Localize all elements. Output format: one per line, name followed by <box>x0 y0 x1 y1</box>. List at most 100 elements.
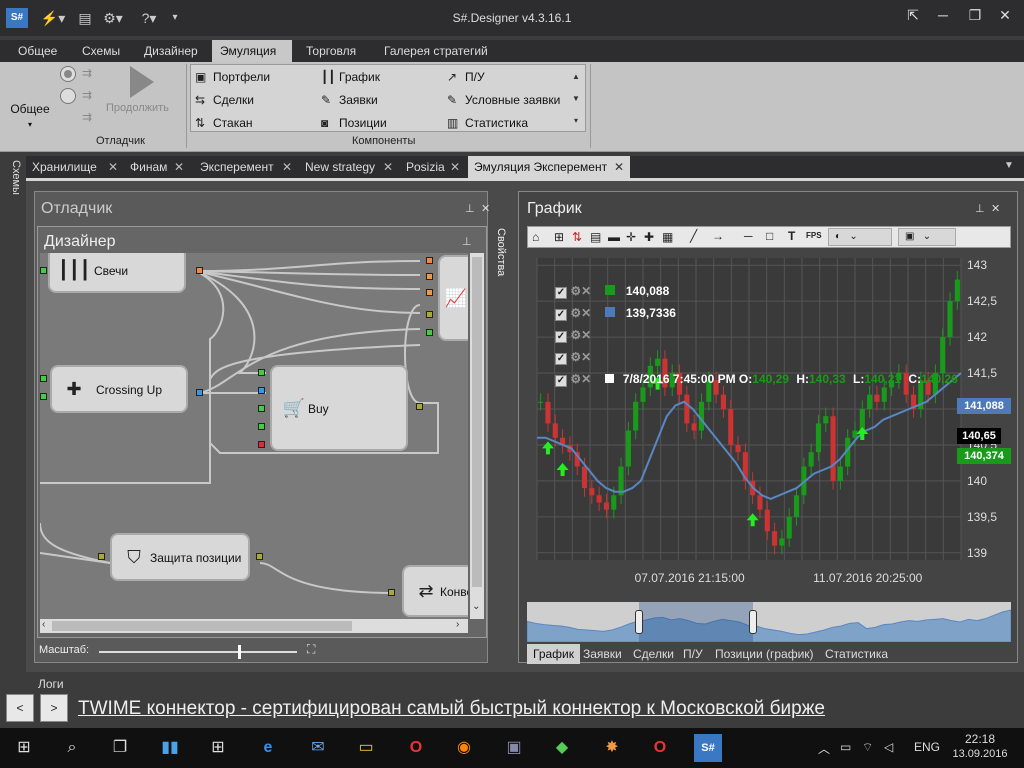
language-indicator[interactable]: ENG <box>914 740 940 754</box>
properties-side-tab[interactable]: Свойства <box>491 228 507 276</box>
node-port[interactable] <box>196 267 203 274</box>
search-icon[interactable]: ⌕ <box>58 734 86 762</box>
designer-hscroll[interactable]: ‹ › <box>40 619 468 633</box>
close-icon[interactable]: ✕ <box>282 156 292 178</box>
windows-start-icon[interactable]: ⊞ <box>10 734 38 762</box>
tab-schemes[interactable]: Схемы <box>74 40 128 62</box>
draw-mode-icon[interactable]: ⌂ <box>532 230 539 244</box>
node-port[interactable] <box>258 441 265 448</box>
step-icon[interactable]: ⇉ <box>82 110 92 124</box>
close-icon[interactable]: ✕ <box>991 202 1000 215</box>
component-portfolios[interactable]: ▣ Портфели <box>195 67 270 87</box>
continue-button[interactable]: Продолжить <box>106 102 169 114</box>
component-orders[interactable]: ✎ Заявки <box>321 90 378 110</box>
tab-strategy-gallery[interactable]: Галерея стратегий <box>376 40 496 62</box>
save-dropdown[interactable]: ▣ ⌄ <box>898 228 956 246</box>
chart-app-icon[interactable]: ▮▮ <box>156 734 184 762</box>
doc-tab-experiment[interactable]: Эксперемент ✕ <box>194 156 298 178</box>
node-chart[interactable]: 📈 <box>438 255 468 341</box>
close-icon[interactable]: ✕ <box>481 202 490 215</box>
volume-icon[interactable]: ◁ <box>884 740 893 754</box>
node-port[interactable] <box>426 273 433 280</box>
folder-icon[interactable]: ▭ <box>352 734 380 762</box>
node-port[interactable] <box>258 369 265 376</box>
tab-designer[interactable]: Дизайнер <box>136 40 206 62</box>
component-statistics[interactable]: ▥ Статистика <box>447 113 528 133</box>
legend-icon[interactable]: ▤ <box>590 230 601 244</box>
close-icon[interactable]: ✕ <box>614 156 624 178</box>
restore-layout-icon[interactable]: ⇱ <box>898 4 928 26</box>
node-port[interactable] <box>40 393 47 400</box>
minimize-icon[interactable]: ─ <box>928 4 958 26</box>
news-next-button[interactable]: > <box>40 694 68 722</box>
indicator-icon[interactable]: ⇅ <box>572 230 582 244</box>
tab-positions-chart[interactable]: Позиции (график) <box>709 644 820 664</box>
radio-icon[interactable] <box>60 66 76 82</box>
close-icon[interactable]: ✕ <box>990 4 1020 26</box>
tab-trading[interactable]: Торговля <box>298 40 364 62</box>
mail-icon[interactable]: ✉ <box>304 734 332 762</box>
checkbox-icon[interactable]: ✓ <box>555 287 567 299</box>
close-icon[interactable]: ✕ <box>581 350 591 364</box>
gear-icon[interactable]: ⚙ <box>570 350 581 364</box>
clock-date[interactable]: 13.09.2016 <box>948 748 1012 760</box>
close-icon[interactable]: ✕ <box>581 328 591 342</box>
line-tool-icon[interactable]: ╱ <box>690 229 697 243</box>
news-link[interactable]: TWIME коннектор - сертифицирован самый б… <box>78 698 825 720</box>
gear-icon[interactable]: ⚙ <box>570 284 581 298</box>
edge-icon[interactable]: e <box>254 734 282 762</box>
checkbox-icon[interactable]: ✓ <box>555 331 567 343</box>
tab-emulation[interactable]: Эмуляция <box>212 40 292 62</box>
gallery-expand[interactable]: ▾ <box>569 111 583 131</box>
scale-slider-thumb[interactable] <box>237 645 241 659</box>
opera-icon[interactable]: O <box>646 734 674 762</box>
navigator-handle-right[interactable] <box>749 610 757 634</box>
node-port[interactable] <box>40 375 47 382</box>
doc-tab-posizia[interactable]: Posizia ✕ <box>400 156 466 178</box>
node-port[interactable] <box>426 257 433 264</box>
candle-mode-icon[interactable]: ⊞ <box>554 230 564 244</box>
node-port[interactable] <box>258 387 265 394</box>
gallery-scroll-up[interactable]: ▲ <box>569 67 583 87</box>
scale-slider[interactable] <box>99 645 297 659</box>
close-icon[interactable]: ✕ <box>450 156 460 178</box>
designer-vscroll[interactable]: ⌄ <box>470 253 484 619</box>
node-candles[interactable]: ┃┃┃ Свечи <box>48 253 186 293</box>
designer-canvas[interactable]: ┃┃┃ Свечи ✚ Crossing Up 🛒 Buy 📈 ⛉ Защита… <box>40 253 468 619</box>
tab-general[interactable]: Общее <box>10 40 65 62</box>
node-port[interactable] <box>256 553 263 560</box>
pin-icon[interactable]: ⊥ <box>462 235 472 248</box>
maximize-icon[interactable]: ❐ <box>960 4 990 26</box>
clock-time[interactable]: 22:18 <box>960 732 1000 746</box>
gear-icon[interactable]: ⚙ <box>570 372 581 386</box>
stats-icon[interactable]: ▦ <box>662 230 673 244</box>
game-icon[interactable]: ✸ <box>598 734 626 762</box>
node-port[interactable] <box>426 329 433 336</box>
news-prev-button[interactable]: < <box>6 694 34 722</box>
component-positions[interactable]: ◙ Позиции <box>321 113 387 133</box>
node-port[interactable] <box>40 267 47 274</box>
text-tool-icon[interactable]: T <box>788 229 795 243</box>
node-crossing-up[interactable]: ✚ Crossing Up <box>50 365 188 413</box>
node-port[interactable] <box>426 311 433 318</box>
cube-icon[interactable]: ◆ <box>548 734 576 762</box>
general-dropdown[interactable]: Общее ▾ <box>8 102 52 130</box>
close-icon[interactable]: ✕ <box>581 306 591 320</box>
navigator-selection[interactable] <box>639 602 753 642</box>
component-conditional-orders[interactable]: ✎ Условные заявки <box>447 90 560 110</box>
doc-tab-emulation-experiment[interactable]: Эмуляция Эксперемент ✕ <box>468 156 630 178</box>
gear-icon[interactable]: ⚙ <box>570 306 581 320</box>
fit-icon[interactable]: ⛶ <box>307 642 315 657</box>
floppy-icon[interactable]: ▣ <box>500 734 528 762</box>
component-orderbook[interactable]: ⇅ Стакан <box>195 113 253 133</box>
tab-pnl[interactable]: П/У <box>677 644 709 664</box>
node-port[interactable] <box>426 289 433 296</box>
wifi-icon[interactable]: ⌔ <box>862 740 873 755</box>
sdesigner-taskbar-icon[interactable]: S# <box>694 734 722 762</box>
hline-tool-icon[interactable]: ─ <box>744 229 753 243</box>
pin-icon[interactable]: ⊥ <box>465 202 475 215</box>
node-port[interactable] <box>416 403 423 410</box>
crosshair-icon[interactable]: ✛ <box>626 230 636 244</box>
tab-orders[interactable]: Заявки <box>577 644 628 664</box>
logs-label[interactable]: Логи <box>38 677 64 691</box>
